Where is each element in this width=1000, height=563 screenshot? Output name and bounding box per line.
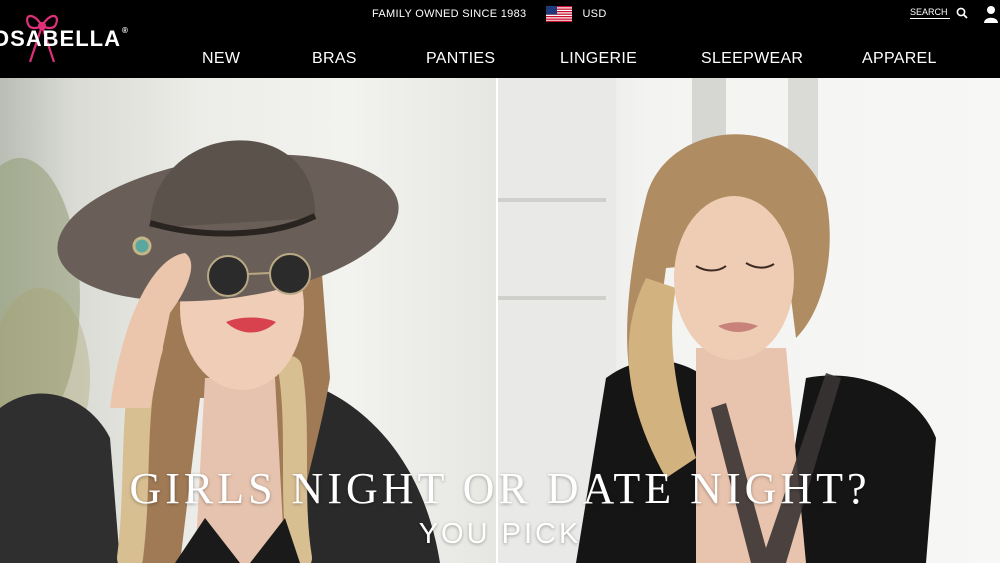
registered-mark: ® bbox=[122, 26, 129, 35]
top-bar: FAMILY OWNED SINCE 1983 USD bbox=[372, 6, 607, 22]
search-icon[interactable] bbox=[956, 7, 968, 19]
logo-wordmark: OSABELLA® bbox=[0, 26, 129, 52]
user-account-icon[interactable] bbox=[983, 5, 999, 23]
main-nav: NEW BRAS PANTIES LINGERIE SLEEPWEAR APPA… bbox=[0, 50, 1000, 70]
tagline: FAMILY OWNED SINCE 1983 bbox=[372, 8, 527, 20]
search-label[interactable]: SEARCH bbox=[910, 7, 950, 19]
search[interactable]: SEARCH bbox=[910, 7, 968, 19]
logo-text: OSABELLA bbox=[0, 26, 121, 51]
nav-item-sleepwear[interactable]: SLEEPWEAR bbox=[701, 50, 803, 68]
nav-item-lingerie[interactable]: LINGERIE bbox=[560, 50, 637, 68]
nav-item-apparel[interactable]: APPAREL bbox=[862, 50, 937, 68]
site-header: OSABELLA® FAMILY OWNED SINCE 1983 USD SE… bbox=[0, 0, 1000, 78]
currency-selector[interactable]: USD bbox=[582, 8, 606, 20]
nav-item-new[interactable]: NEW bbox=[202, 50, 240, 68]
hero-title[interactable]: GIRLS NIGHT OR DATE NIGHT? bbox=[0, 463, 1000, 514]
us-flag-icon[interactable] bbox=[546, 6, 573, 22]
nav-item-bras[interactable]: BRAS bbox=[312, 50, 357, 68]
hero-subtitle[interactable]: YOU PICK bbox=[0, 518, 1000, 551]
nav-item-panties[interactable]: PANTIES bbox=[426, 50, 495, 68]
hero-banner[interactable]: GIRLS NIGHT OR DATE NIGHT? YOU PICK bbox=[0, 78, 1000, 563]
